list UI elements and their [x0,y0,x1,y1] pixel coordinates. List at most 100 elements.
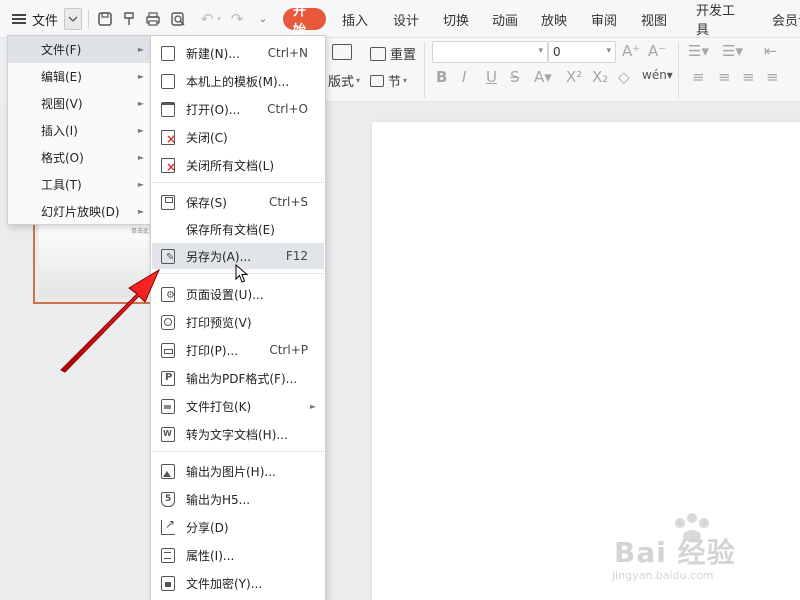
package-file-icon [161,399,175,414]
decrease-font-icon[interactable]: A⁻ [648,42,666,60]
chevron-down-icon [68,16,78,22]
submenu-item-label: 关闭(C) [186,130,228,145]
font-size-value: 0 [553,45,561,59]
submenu-item-properties[interactable]: 属性(I)... [152,542,324,568]
phonetic-guide-icon[interactable]: wén▾ [642,68,673,82]
tab-review[interactable]: 审阅 [584,0,624,38]
submenu-item-save[interactable]: 保存(S) Ctrl+S [152,189,324,215]
submenu-item-label: 关闭所有文档(L) [186,158,275,173]
chevron-down-icon: ▾ [403,76,408,85]
reset-button[interactable]: 重置 [370,44,416,63]
submenu-item-print-preview[interactable]: 打印预览(V) [152,309,324,335]
menu-item-file[interactable]: 文件(F) ► [8,36,152,63]
submenu-item-local-template[interactable]: 本机上的模板(M)... [152,68,324,94]
tab-design[interactable]: 设计 [386,0,426,38]
tab-animation[interactable]: 动画 [485,0,525,38]
submenu-item-open[interactable]: 打开(O)... Ctrl+O [152,96,324,122]
submenu-item-label: 转为文字文档(H)... [186,427,288,442]
menu-item-label: 编辑(E) [41,70,82,84]
subscript-icon[interactable]: X₂ [592,68,608,86]
menu-item-tools[interactable]: 工具(T) ► [8,171,152,198]
increase-font-icon[interactable]: A⁺ [622,42,640,60]
watermark-url: jingyan.baidu.com [612,569,714,582]
font-name-select[interactable]: ▾ [432,41,548,63]
chevron-down-icon: ▾ [356,76,361,85]
menu-item-edit[interactable]: 编辑(E) ► [8,63,152,90]
chevron-down-icon: ▾ [538,46,543,56]
submenu-item-share[interactable]: 分享(D) [152,514,324,540]
slide-thumbnail-text: 单击此 [131,228,150,235]
layout-button[interactable]: 版式 ▾ [328,71,360,90]
close-document-icon [161,130,176,145]
font-size-select[interactable]: 0 ▾ [548,41,616,63]
submenu-item-encrypt[interactable]: 文件加密(Y)... [152,570,324,596]
file-menu-dropdown-toggle[interactable] [64,8,82,30]
redo-icon[interactable]: ↷ [226,0,248,38]
strikethrough-icon[interactable]: S [510,68,520,86]
justify-icon[interactable]: ≡ [766,68,779,86]
indent-icon[interactable]: ⇤ [764,42,777,60]
tab-slideshow[interactable]: 放映 [534,0,574,38]
tab-developer[interactable]: 开发工具 [690,0,752,38]
submenu-item-convert-to-word[interactable]: 转为文字文档(H)... [152,421,324,447]
submenu-item-export-pdf[interactable]: 输出为PDF格式(F)... [152,365,324,391]
menu-item-format[interactable]: 格式(O) ► [8,144,152,171]
tab-home[interactable]: 开始 [283,4,326,38]
submenu-item-save-all[interactable]: 保存所有文档(E) [152,216,324,242]
bullets-icon[interactable]: ☰▾ [688,42,709,60]
numbering-icon[interactable]: ☰▾ [722,42,743,60]
menu-item-insert[interactable]: 插入(I) ► [8,117,152,144]
submenu-item-new[interactable]: 新建(N)... Ctrl+N [152,40,324,66]
layout-gallery-button[interactable] [332,44,356,60]
submenu-item-export-image[interactable]: 输出为图片(H)... [152,458,324,484]
submenu-item-close[interactable]: 关闭(C) [152,124,324,150]
print-preview-quick-icon[interactable] [167,0,189,38]
tab-transition[interactable]: 切换 [436,0,476,38]
submenu-item-page-setup[interactable]: 页面设置(U)... [152,281,324,307]
align-right-icon[interactable]: ≡ [742,68,755,86]
align-center-icon[interactable]: ≡ [718,68,731,86]
format-painter-icon[interactable] [118,0,140,38]
italic-icon[interactable]: I [462,68,466,86]
undo-dropdown-icon[interactable]: ▾ [214,0,224,38]
file-menu-label: 文件 [32,13,59,29]
save-quick-icon[interactable] [94,0,116,38]
tab-view[interactable]: 视图 [634,0,674,38]
bold-icon[interactable]: B [436,68,447,86]
file-menu-button[interactable]: 文件 [12,0,70,38]
convert-to-word-icon [161,427,175,442]
clear-format-icon[interactable]: ◇ [618,68,630,86]
section-button[interactable]: 节 ▾ [370,71,407,90]
submenu-item-export-h5[interactable]: 输出为H5... [152,486,324,512]
submenu-item-label: 另存为(A)... [186,249,252,264]
submenu-item-label: 分享(D) [186,520,229,535]
submenu-item-label: 本机上的模板(M)... [186,74,290,89]
submenu-item-label: 页面设置(U)... [186,287,264,302]
tab-insert[interactable]: 插入 [335,0,375,38]
chevron-right-icon: ► [137,126,144,135]
underline-icon[interactable]: U [486,68,497,86]
new-document-icon [161,46,175,61]
submenu-item-print[interactable]: 打印(P)... Ctrl+P [152,337,324,363]
section-label: 节 [388,75,402,90]
font-color-icon[interactable]: A▾ [534,68,552,86]
reset-icon [370,46,386,61]
export-image-icon [161,464,175,479]
tab-member[interactable]: 会员专 [766,0,800,38]
submenu-item-label: 属性(I)... [186,548,235,563]
properties-icon [161,548,175,563]
align-left-icon[interactable]: ≡ [692,68,705,86]
submenu-item-label: 保存(S) [186,195,227,210]
shortcut-text: Ctrl+N [267,46,308,60]
customize-toolbar-icon[interactable]: ⌄ [256,0,270,38]
print-quick-icon[interactable] [142,0,164,38]
superscript-icon[interactable]: X² [566,68,582,86]
menu-item-label: 幻灯片放映(D) [41,205,120,219]
menu-item-label: 工具(T) [41,178,82,192]
menu-item-label: 格式(O) [41,151,84,165]
mouse-cursor-icon [235,264,249,283]
menu-item-view[interactable]: 视图(V) ► [8,90,152,117]
submenu-item-close-all[interactable]: 关闭所有文档(L) [152,152,324,178]
menu-item-slideshow[interactable]: 幻灯片放映(D) ► [8,198,152,225]
submenu-item-package-file[interactable]: 文件打包(K) ► [152,393,324,419]
